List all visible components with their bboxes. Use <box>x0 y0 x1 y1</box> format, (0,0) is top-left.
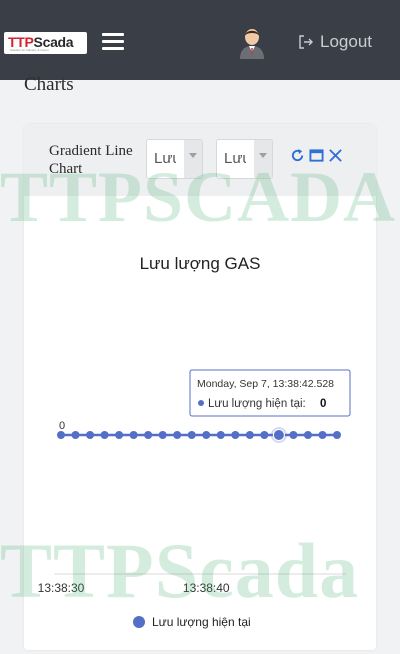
user-avatar-icon[interactable] <box>238 25 266 59</box>
ttpscada-logo[interactable]: TTPScada Solution for Industry & Green <box>4 32 87 54</box>
page-title: Charts <box>24 74 74 95</box>
data-point <box>216 431 225 439</box>
chart-card: Gradient Line Chart Lưu Lưu Lưu lượng GA… <box>24 124 376 650</box>
logout-label: Logout <box>320 32 372 51</box>
data-point <box>71 431 80 439</box>
tooltip-series: Lưu lượng hiện tại: <box>208 398 306 410</box>
data-point <box>57 431 65 439</box>
data-point <box>289 431 298 439</box>
tooltip-date: Monday, Sep 7, 13:38:42.528 <box>197 378 334 390</box>
x-tick-label: 13:38:30 <box>38 581 85 595</box>
tooltip-value: 0 <box>320 398 326 410</box>
legend-marker <box>133 616 145 628</box>
logout-icon <box>299 35 313 49</box>
data-point <box>86 431 95 439</box>
logo-subtitle: Solution for Industry & Green <box>10 48 49 52</box>
tooltip-marker <box>198 400 204 406</box>
logout-button[interactable]: Logout <box>298 32 372 52</box>
data-point <box>333 431 341 439</box>
legend-label: Lưu lượng hiện tại <box>152 615 251 629</box>
data-point <box>129 431 138 439</box>
data-point <box>260 431 269 439</box>
data-point <box>158 431 167 439</box>
data-point <box>202 431 211 439</box>
data-point <box>303 431 312 439</box>
menu-icon[interactable] <box>102 33 124 50</box>
data-point <box>115 431 124 439</box>
line-chart[interactable]: 0 13:38:30 13:38:40 Monday, Sep 7, 13:38:42… <box>24 124 376 650</box>
top-navbar: TTPScada Solution for Industry & Green L… <box>0 0 400 80</box>
y-value-label: 0 <box>59 420 65 432</box>
x-tick-label: 13:38:40 <box>183 581 230 595</box>
data-point <box>144 431 153 439</box>
data-point <box>245 431 254 439</box>
data-point <box>231 431 240 439</box>
data-point <box>187 431 196 439</box>
data-point <box>100 431 109 439</box>
data-point <box>173 431 182 439</box>
data-point <box>272 429 285 441</box>
data-point <box>318 431 327 439</box>
